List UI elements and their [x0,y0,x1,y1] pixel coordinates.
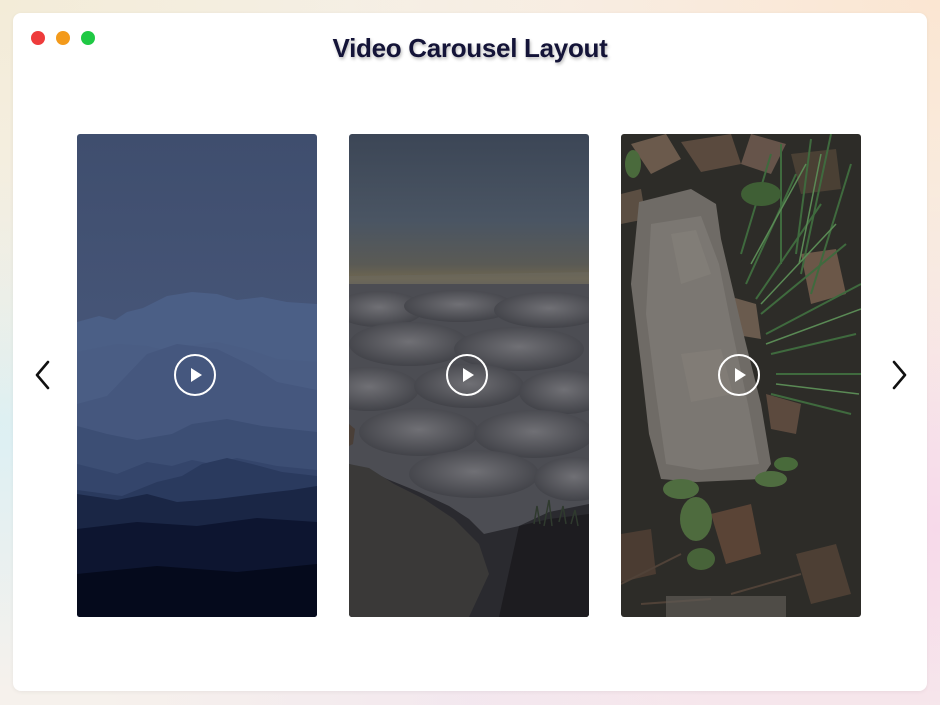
chevron-right-icon [892,360,907,390]
carousel-prev-button[interactable] [30,358,58,392]
play-icon [463,368,474,382]
app-window: Video Carousel Layout [13,13,927,691]
play-button[interactable] [174,354,216,396]
play-button[interactable] [718,354,760,396]
play-icon [191,368,202,382]
video-card-clouds[interactable] [349,134,589,617]
carousel-next-button[interactable] [884,358,912,392]
chevron-left-icon [35,360,50,390]
page-title: Video Carousel Layout [332,33,608,63]
play-icon [735,368,746,382]
video-card-forest-floor[interactable] [621,134,861,617]
video-card-mountains[interactable] [77,134,317,617]
play-button[interactable] [446,354,488,396]
